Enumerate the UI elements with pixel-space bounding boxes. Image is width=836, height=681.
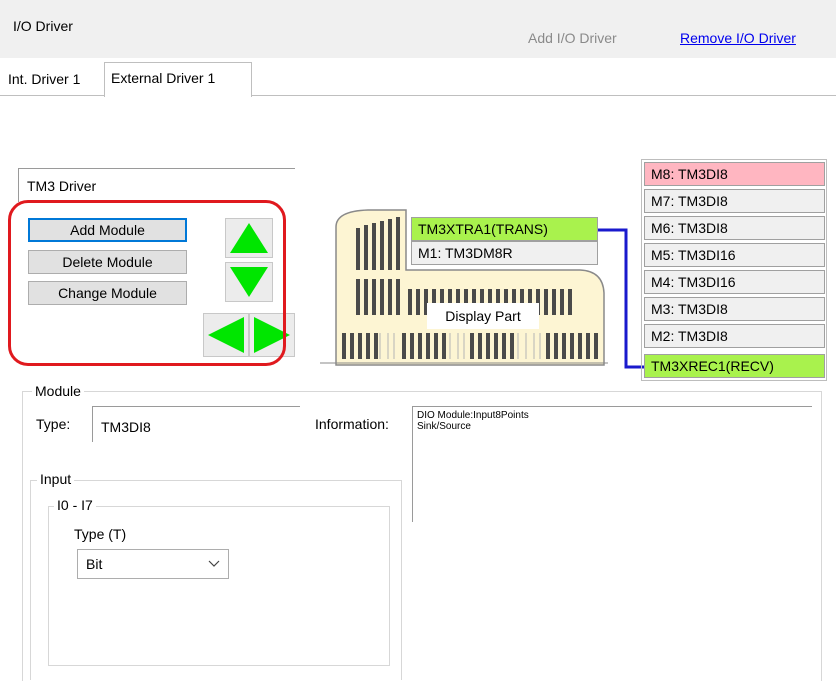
input-group-label: Input bbox=[37, 471, 75, 487]
chevron-down-icon bbox=[208, 560, 220, 567]
driver-name-field[interactable]: TM3 Driver bbox=[18, 168, 295, 202]
module-slot-m6[interactable]: M6: TM3DI8 bbox=[644, 216, 825, 240]
module-slot-m4[interactable]: M4: TM3DI16 bbox=[644, 270, 825, 294]
add-io-driver-button[interactable]: Add I/O Driver bbox=[528, 30, 617, 46]
header-bar bbox=[0, 0, 836, 58]
module-slot-m8[interactable]: M8: TM3DI8 bbox=[644, 162, 825, 186]
type-t-value: Bit bbox=[86, 556, 103, 572]
module-slot-m7[interactable]: M7: TM3DI8 bbox=[644, 189, 825, 213]
tab-external-driver-1[interactable]: External Driver 1 bbox=[104, 62, 252, 97]
driver-name-value: TM3 Driver bbox=[27, 178, 97, 194]
remove-io-driver-link[interactable]: Remove I/O Driver bbox=[680, 30, 796, 46]
display-part-label: Display Part bbox=[427, 303, 539, 329]
range-group-label: I0 - I7 bbox=[54, 497, 96, 513]
module-group-label: Module bbox=[32, 383, 84, 399]
information-field: DIO Module:Input8Points Sink/Source bbox=[412, 406, 812, 522]
device-slot-m1[interactable]: M1: TM3DM8R bbox=[411, 241, 598, 265]
type-value: TM3DI8 bbox=[101, 419, 151, 435]
type-label: Type: bbox=[36, 416, 71, 432]
highlight-ring bbox=[8, 200, 286, 366]
module-slot-recv[interactable]: TM3XREC1(RECV) bbox=[644, 354, 825, 378]
page-title: I/O Driver bbox=[13, 18, 73, 34]
tab-int-driver-1[interactable]: Int. Driver 1 bbox=[2, 64, 86, 96]
information-line-2: Sink/Source bbox=[417, 421, 471, 432]
type-t-select[interactable]: Bit bbox=[77, 549, 229, 579]
module-slot-m3[interactable]: M3: TM3DI8 bbox=[644, 297, 825, 321]
module-slot-m5[interactable]: M5: TM3DI16 bbox=[644, 243, 825, 267]
information-label: Information: bbox=[315, 416, 389, 432]
link-line bbox=[598, 228, 644, 369]
type-field: TM3DI8 bbox=[92, 406, 300, 442]
information-line-1: DIO Module:Input8Points bbox=[417, 410, 529, 421]
device-slot-trans[interactable]: TM3XTRA1(TRANS) bbox=[411, 217, 598, 241]
type-t-label: Type (T) bbox=[74, 526, 127, 542]
module-slot-m2[interactable]: M2: TM3DI8 bbox=[644, 324, 825, 348]
